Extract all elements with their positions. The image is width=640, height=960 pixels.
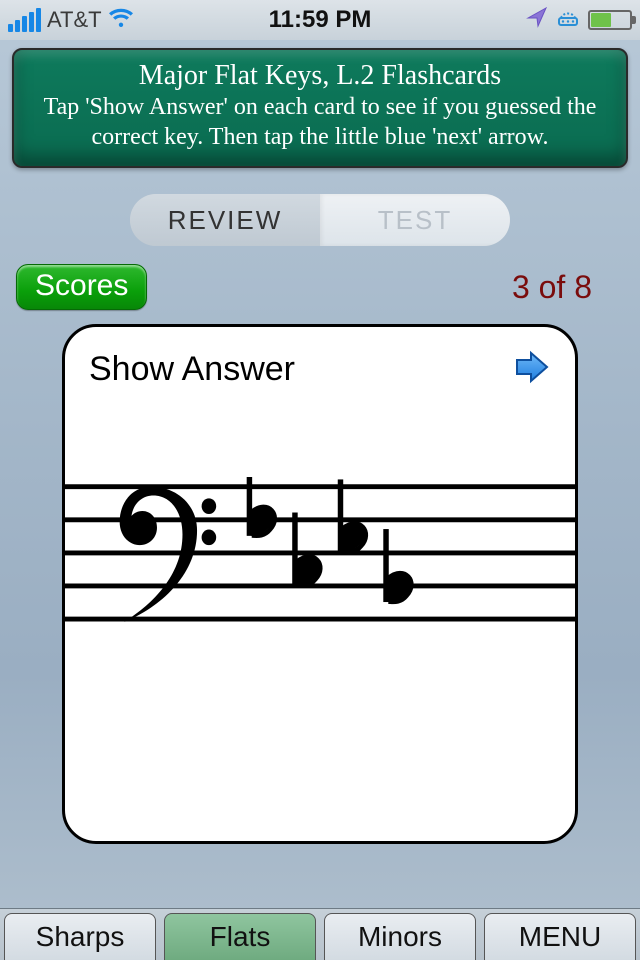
music-staff	[65, 477, 575, 657]
tab-sharps[interactable]: Sharps	[4, 913, 156, 960]
location-icon	[526, 6, 548, 35]
flashcard: Show Answer	[62, 324, 578, 844]
tab-test[interactable]: TEST	[320, 194, 510, 246]
tty-icon	[556, 5, 580, 35]
battery-icon	[588, 10, 632, 30]
status-bar: AT&T 11:59 PM	[0, 0, 640, 40]
next-arrow-icon[interactable]	[511, 347, 551, 392]
instruction-panel: Major Flat Keys, L.2 Flashcards Tap 'Sho…	[12, 48, 628, 168]
clock-label: 11:59 PM	[269, 6, 372, 34]
signal-icon	[8, 8, 41, 32]
scores-button[interactable]: Scores	[16, 264, 147, 310]
bottom-tab-bar: Sharps Flats Minors MENU	[0, 908, 640, 960]
instruction-title: Major Flat Keys, L.2 Flashcards	[30, 60, 610, 92]
instruction-body: Tap 'Show Answer' on each card to see if…	[30, 92, 610, 152]
mode-segmented-control: REVIEW TEST	[130, 194, 510, 246]
tab-minors[interactable]: Minors	[324, 913, 476, 960]
show-answer-button[interactable]: Show Answer	[89, 350, 295, 389]
tab-review[interactable]: REVIEW	[130, 194, 320, 246]
tab-menu[interactable]: MENU	[484, 913, 636, 960]
card-counter: 3 of 8	[512, 269, 592, 306]
wifi-icon	[108, 5, 134, 36]
carrier-label: AT&T	[47, 7, 102, 33]
tab-flats[interactable]: Flats	[164, 913, 316, 960]
